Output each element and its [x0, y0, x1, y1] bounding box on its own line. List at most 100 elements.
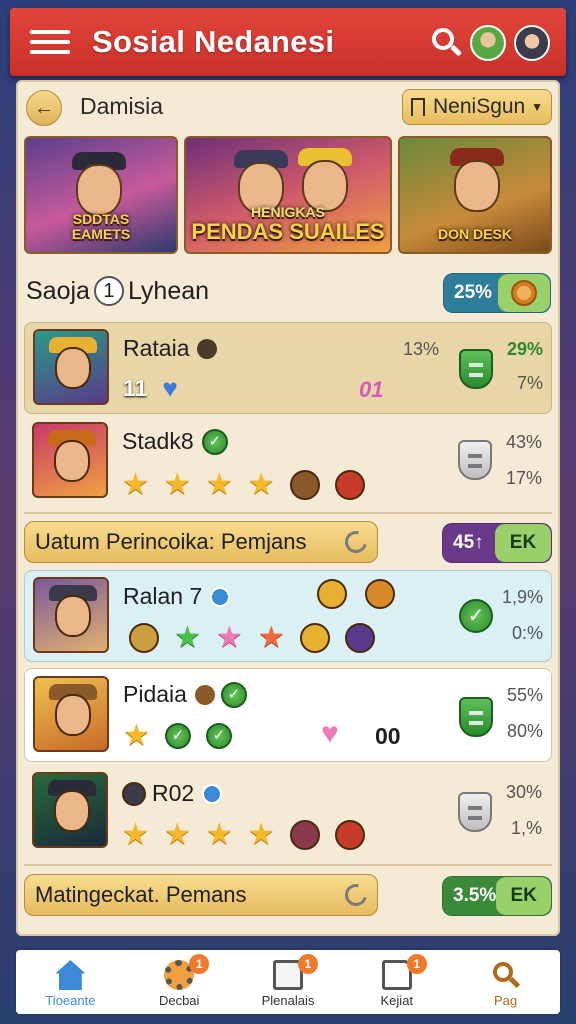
row-stat-2: 17%	[505, 468, 542, 488]
row-name: Rataia	[123, 335, 190, 361]
character-thumbnail	[33, 329, 109, 405]
row-stat-2: 80%	[506, 721, 543, 741]
banner-2-text: HENIGKAS PENDAS SUAILES	[191, 204, 385, 244]
character-icon	[365, 579, 395, 609]
character-icon	[317, 579, 347, 609]
row-name: Pidaia	[123, 681, 187, 707]
search-icon[interactable]	[430, 26, 463, 58]
section-title: Damisia	[80, 93, 164, 119]
character-thumbnail	[32, 772, 108, 848]
globe-icon	[202, 783, 223, 804]
avatar[interactable]	[470, 25, 506, 61]
group-header: Saoja 1 Lyhean	[26, 276, 210, 306]
app-title: Sosial Nedanesi	[92, 24, 335, 59]
list-item[interactable]: Stadk8 ✓ ★ ★ ★ ★ 43% 17%	[24, 418, 552, 510]
row-name: Stadk8	[122, 428, 194, 454]
row-stat-3: 7%	[516, 373, 543, 393]
nav-item-home[interactable]: Tioeante	[16, 950, 125, 1014]
star-icon: ★	[247, 468, 275, 501]
star-icon: ★	[215, 621, 243, 654]
hamburger-menu-icon[interactable]	[30, 27, 70, 57]
paw-icon	[194, 684, 215, 705]
divider	[24, 512, 552, 514]
star-icon: ★	[257, 621, 285, 654]
row-extra-value: 01	[359, 377, 384, 402]
character-thumbnail	[33, 676, 109, 752]
flag-icon	[411, 98, 425, 116]
row-extra-value: 00	[375, 723, 401, 749]
top-app-bar: Sosial Nedanesi	[10, 8, 566, 76]
group-number-badge: 1	[93, 276, 124, 306]
group-progress-pill[interactable]: 25%	[443, 273, 551, 313]
nav-item-kejiat[interactable]: 1 Kejiat	[342, 950, 451, 1014]
row-stat-1: 55%	[506, 685, 543, 705]
category-pill[interactable]: 45↑ EK	[442, 523, 552, 563]
creature-icon	[334, 470, 365, 500]
nav-item-pag[interactable]: Pag	[451, 950, 560, 1014]
character-icon	[129, 623, 159, 653]
banner-card-3[interactable]: DON DESK	[398, 136, 552, 254]
notification-badge: 1	[297, 954, 318, 974]
notification-badge: 1	[189, 954, 210, 974]
row-name: R02	[152, 780, 195, 806]
row-stat-2: 29%	[506, 339, 543, 359]
mascot-icon	[511, 280, 537, 306]
row-stat-1: 1,9%	[501, 587, 543, 607]
list-item[interactable]: Rataia 11 ♥ 01 13% 29% 7%	[24, 322, 552, 414]
check-icon: ✓	[205, 723, 232, 749]
star-icon: ★	[205, 468, 233, 501]
list-item[interactable]: Ralan 7 ★ ★ ★ ✓ 1,9% 0:%	[24, 570, 552, 662]
row-stat-1: 30%	[505, 782, 542, 802]
banner-1-text: SDDTAS EAMETS	[71, 211, 131, 242]
heart-icon: ♥	[321, 717, 339, 750]
row-stat-2: 0:%	[511, 623, 543, 643]
character-thumbnail	[32, 422, 108, 498]
row-stat-1: 13%	[402, 339, 439, 359]
star-icon: ★	[123, 719, 150, 752]
server-dropdown[interactable]: NeniSgun ▼	[402, 89, 552, 125]
category-bar[interactable]: Matingeckat. Pemans	[24, 874, 378, 916]
row-stat-1: 43%	[505, 432, 542, 452]
heart-icon: ♥	[162, 373, 178, 403]
banner-3-text: DON DESK	[438, 226, 512, 242]
character-icon	[299, 623, 330, 653]
back-arrow-icon[interactable]: ←	[26, 90, 62, 126]
bottom-navigation: Tioeante 1 Decbai 1 Plenalais 1 Kejiat P…	[16, 950, 560, 1014]
creature-icon	[334, 820, 365, 850]
creature-icon	[289, 820, 320, 850]
link-icon	[340, 879, 372, 911]
list-item[interactable]: Pidaia ✓ ★ ✓ ✓ ♥ 00 55% 80%	[24, 668, 552, 762]
nav-item-decbai[interactable]: 1 Decbai	[125, 950, 234, 1014]
dropdown-label: NeniSgun	[433, 95, 526, 118]
row-count: 11	[123, 374, 148, 401]
verified-check-icon: ✓	[201, 428, 228, 455]
home-icon	[55, 960, 86, 990]
verified-check-icon: ✓	[220, 681, 247, 708]
category-bar[interactable]: Uatum Perincoika: Pemjans	[24, 521, 378, 563]
star-icon: ★	[122, 818, 149, 851]
list-item[interactable]: R02 ★ ★ ★ ★ 30% 1,%	[24, 768, 552, 862]
check-icon: ✓	[164, 723, 191, 749]
globe-icon	[210, 586, 231, 607]
creature-icon	[289, 470, 320, 500]
link-icon	[340, 526, 372, 558]
nav-item-plenalais[interactable]: 1 Plenalais	[234, 950, 343, 1014]
character-icon	[344, 623, 375, 653]
star-icon: ★	[163, 468, 191, 501]
star-icon: ★	[122, 468, 149, 501]
banner-card-2[interactable]: HENIGKAS PENDAS SUAILES	[184, 136, 392, 254]
search-icon	[491, 960, 521, 990]
star-icon: ★	[205, 818, 233, 851]
category-pill[interactable]: 3.5% EK	[442, 876, 552, 916]
star-icon: ★	[163, 818, 191, 851]
banner-card-1[interactable]: SDDTAS EAMETS	[24, 136, 178, 254]
star-icon: ★	[247, 818, 275, 851]
paw-icon	[197, 338, 218, 359]
main-panel: ← Damisia NeniSgun ▼ SDDTAS EAMETS HENIGK…	[16, 80, 560, 936]
row-name: Ralan 7	[123, 583, 203, 609]
profile-avatar[interactable]	[514, 25, 550, 61]
divider	[24, 864, 552, 866]
notification-badge: 1	[406, 954, 427, 974]
character-icon	[122, 781, 146, 806]
character-thumbnail	[33, 577, 109, 653]
